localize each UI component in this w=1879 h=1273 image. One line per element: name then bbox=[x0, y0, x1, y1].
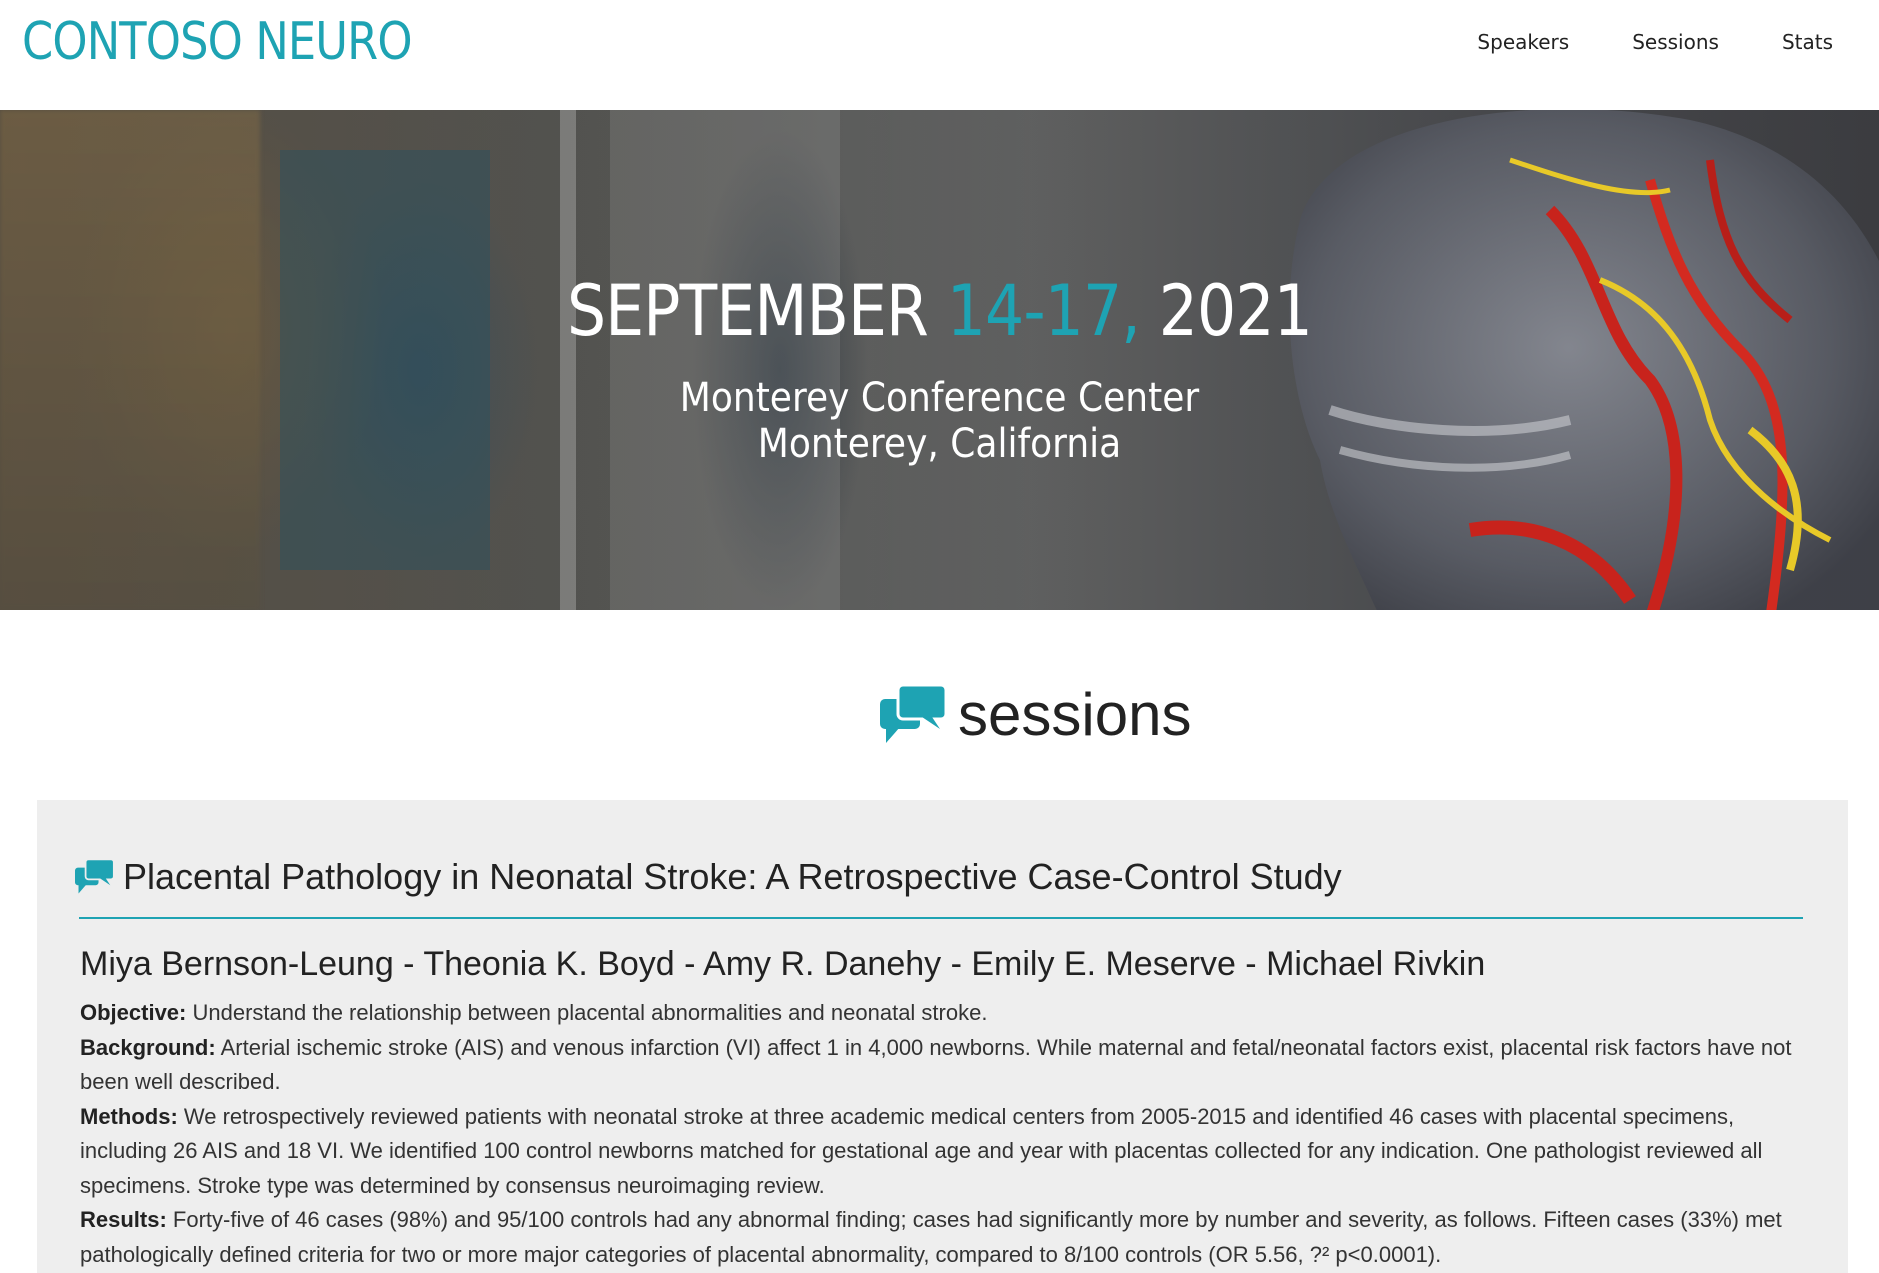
brand-logo[interactable]: CONTOSO NEURO bbox=[22, 12, 413, 72]
session-card: Placental Pathology in Neonatal Stroke: … bbox=[37, 800, 1848, 1273]
session-authors: Miya Bernson-Leung - Theonia K. Boyd - A… bbox=[80, 945, 1486, 983]
abstract-methods: Methods: We retrospectively reviewed pat… bbox=[80, 1100, 1800, 1204]
event-date: SEPTEMBER 14-17, 2021 bbox=[113, 270, 1767, 352]
event-venue: Monterey Conference Center Monterey, Cal… bbox=[94, 375, 1785, 467]
title-divider bbox=[79, 917, 1803, 919]
abstract-objective: Objective: Understand the relationship b… bbox=[80, 996, 1800, 1031]
hero-text: SEPTEMBER 14-17, 2021 Monterey Conferenc… bbox=[0, 110, 1879, 610]
nav-link-sessions[interactable]: Sessions bbox=[1632, 30, 1719, 54]
abstract-section-text: Arterial ischemic stroke (AIS) and venou… bbox=[80, 1034, 1792, 1095]
event-date-year: 2021 bbox=[1158, 270, 1313, 352]
hero-banner: SEPTEMBER 14-17, 2021 Monterey Conferenc… bbox=[0, 110, 1879, 610]
abstract-section-label: Objective: bbox=[80, 1000, 187, 1025]
nav-link-stats[interactable]: Stats bbox=[1782, 30, 1833, 54]
event-date-days: 14-17, bbox=[946, 270, 1141, 352]
session-title[interactable]: Placental Pathology in Neonatal Stroke: … bbox=[123, 856, 1342, 898]
abstract-background: Background: Arterial ischemic stroke (AI… bbox=[80, 1031, 1800, 1100]
nav-link-speakers[interactable]: Speakers bbox=[1477, 30, 1569, 54]
main-nav: Speakers Sessions Stats bbox=[1477, 30, 1833, 54]
site-header: CONTOSO NEURO Speakers Sessions Stats bbox=[0, 0, 1879, 110]
chat-bubbles-icon bbox=[75, 859, 115, 894]
abstract-section-label: Methods: bbox=[80, 1103, 178, 1129]
abstract-section-text: We retrospectively reviewed patients wit… bbox=[80, 1103, 1763, 1198]
session-abstract: Objective: Understand the relationship b… bbox=[80, 996, 1800, 1272]
venue-name: Monterey Conference Center bbox=[679, 375, 1200, 421]
venue-location: Monterey, California bbox=[757, 421, 1122, 467]
abstract-section-label: Background: bbox=[80, 1034, 216, 1060]
abstract-section-text: Understand the relationship between plac… bbox=[192, 1000, 988, 1025]
event-date-month: SEPTEMBER bbox=[567, 270, 929, 352]
sessions-title: sessions bbox=[958, 681, 1192, 748]
sessions-heading: sessions bbox=[880, 680, 1191, 750]
abstract-results: Results: Forty-five of 46 cases (98%) an… bbox=[80, 1203, 1800, 1272]
abstract-section-text: Forty-five of 46 cases (98%) and 95/100 … bbox=[80, 1207, 1782, 1267]
abstract-section-label: Results: bbox=[80, 1207, 167, 1232]
chat-bubbles-icon bbox=[880, 685, 948, 743]
session-title-row: Placental Pathology in Neonatal Stroke: … bbox=[75, 856, 1342, 898]
